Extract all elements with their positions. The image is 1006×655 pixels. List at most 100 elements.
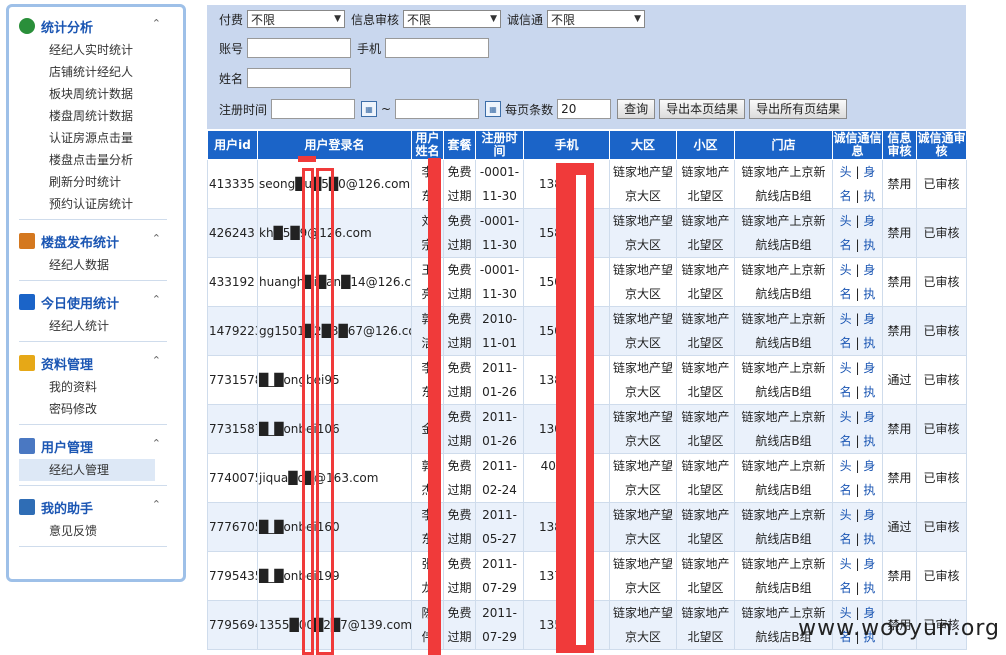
name-label: 姓名	[219, 71, 244, 86]
credit-doc-link[interactable]: 身	[863, 410, 875, 424]
credit-doc-link[interactable]: 头	[840, 361, 852, 375]
sidebar-item[interactable]: 楼盘周统计数据	[19, 105, 175, 127]
credit-doc-link[interactable]: 身	[863, 361, 875, 375]
sidebar-section-header[interactable]: 我的助手 ⌃	[19, 494, 175, 520]
credit-doc-link[interactable]: 执	[863, 483, 875, 497]
credit-doc-link[interactable]: 名	[840, 581, 852, 595]
credit-doc-link[interactable]: 头	[840, 165, 852, 179]
column-header[interactable]: 注册时间	[475, 130, 524, 160]
sidebar-section-title: 资料管理	[41, 357, 94, 373]
sidebar-section-header[interactable]: 统计分析 ⌃	[19, 13, 175, 39]
cell-login: █_█onbei160	[257, 502, 412, 552]
sidebar-section: 今日使用统计 ⌃ 经纪人统计	[19, 289, 175, 342]
column-header[interactable]: 诚信通审核	[916, 130, 967, 160]
query-button[interactable]: 查询	[617, 99, 656, 119]
column-header[interactable]: 手机	[523, 130, 610, 160]
sidebar-item[interactable]: 经纪人统计	[19, 315, 175, 337]
credit-doc-link[interactable]: 身	[863, 312, 875, 326]
collapse-chevron-icon[interactable]: ⌃	[152, 17, 161, 30]
sidebar-item[interactable]: 经纪人实时统计	[19, 39, 175, 61]
divider	[19, 341, 167, 342]
credit-doc-link[interactable]: 名	[840, 483, 852, 497]
sidebar-item[interactable]: 意见反馈	[19, 520, 175, 542]
export-page-button[interactable]: 导出本页结果	[659, 99, 746, 119]
credit-doc-link[interactable]: 执	[863, 336, 875, 350]
column-header[interactable]: 用户登录名	[257, 130, 412, 160]
column-header[interactable]: 大区	[609, 130, 677, 160]
credit-doc-link[interactable]: 名	[840, 434, 852, 448]
credit-doc-link[interactable]: 头	[840, 312, 852, 326]
credit-doc-link[interactable]: 身	[863, 263, 875, 277]
sidebar-item[interactable]: 密码修改	[19, 398, 175, 420]
credit-doc-link[interactable]: 头	[840, 557, 852, 571]
regtime-start-input[interactable]	[271, 99, 356, 119]
name-input[interactable]	[247, 68, 352, 88]
collapse-chevron-icon[interactable]: ⌃	[152, 293, 161, 306]
sidebar-item[interactable]: 刷新分时统计	[19, 171, 175, 193]
info-audit-select[interactable]: 不限 ▼	[403, 10, 502, 28]
credit-doc-link[interactable]: 执	[863, 385, 875, 399]
credit-doc-link[interactable]: 头	[840, 508, 852, 522]
collapse-chevron-icon[interactable]: ⌃	[152, 354, 161, 367]
column-header[interactable]: 诚信通信息	[832, 130, 883, 160]
credit-doc-link[interactable]: 执	[863, 532, 875, 546]
cell-store: 链家地产上京新航线店B组	[734, 159, 833, 209]
credit-doc-link[interactable]: 名	[840, 238, 852, 252]
credit-doc-link[interactable]: 执	[863, 581, 875, 595]
collapse-chevron-icon[interactable]: ⌃	[152, 498, 161, 511]
credit-doc-link[interactable]: 名	[840, 532, 852, 546]
credit-doc-link[interactable]: 身	[863, 214, 875, 228]
phone-input[interactable]	[385, 38, 490, 58]
cell-store: 链家地产上京新航线店B组	[734, 404, 833, 454]
credit-doc-link[interactable]: 名	[840, 336, 852, 350]
account-input[interactable]	[247, 38, 352, 58]
credit-doc-link[interactable]: 头	[840, 459, 852, 473]
credit-doc-link[interactable]: 头	[840, 263, 852, 277]
sidebar-section-header[interactable]: 资料管理 ⌃	[19, 350, 175, 376]
credit-doc-link[interactable]: 执	[863, 238, 875, 252]
sidebar-item[interactable]: 我的资料	[19, 376, 175, 398]
credit-doc-link[interactable]: 执	[863, 434, 875, 448]
sidebar-section-title: 用户管理	[41, 440, 94, 456]
calendar-icon[interactable]: ▦	[485, 101, 502, 117]
credit-doc-link[interactable]: 身	[863, 508, 875, 522]
column-header[interactable]: 门店	[734, 130, 833, 160]
sidebar-item[interactable]: 经纪人管理	[19, 459, 155, 481]
credit-doc-link[interactable]: 身	[863, 459, 875, 473]
credit-doc-link[interactable]: 执	[863, 287, 875, 301]
column-header[interactable]: 信息审核	[882, 130, 917, 160]
credit-doc-link[interactable]: 头	[840, 410, 852, 424]
cell-login: █_█ongbei95	[257, 355, 412, 405]
column-header[interactable]: 用户姓名	[411, 130, 444, 160]
pay-select[interactable]: 不限 ▼	[247, 10, 346, 28]
cell-region: 链家地产望京大区	[609, 306, 677, 356]
credit-doc-link[interactable]: 身	[863, 557, 875, 571]
column-header[interactable]: 套餐	[443, 130, 476, 160]
collapse-chevron-icon[interactable]: ⌃	[152, 437, 161, 450]
credit-doc-link[interactable]: 名	[840, 287, 852, 301]
sidebar-section-header[interactable]: 楼盘发布统计 ⌃	[19, 228, 175, 254]
cell-audit: 禁用	[882, 306, 917, 356]
calendar-icon[interactable]: ▦	[361, 101, 378, 117]
sidebar-item[interactable]: 认证房源点击量	[19, 127, 175, 149]
credit-doc-link[interactable]: 身	[863, 165, 875, 179]
credit-doc-link[interactable]: 头	[840, 214, 852, 228]
credit-select[interactable]: 不限 ▼	[547, 10, 646, 28]
pagesize-input[interactable]: 20	[557, 99, 612, 119]
column-header[interactable]: 用户id	[207, 130, 258, 160]
sidebar-item[interactable]: 楼盘点击量分析	[19, 149, 175, 171]
sidebar-section-header[interactable]: 今日使用统计 ⌃	[19, 289, 175, 315]
export-all-button[interactable]: 导出所有页结果	[749, 99, 848, 119]
column-header[interactable]: 小区	[676, 130, 735, 160]
collapse-chevron-icon[interactable]: ⌃	[152, 232, 161, 245]
sidebar-section-title: 楼盘发布统计	[41, 235, 120, 251]
regtime-end-input[interactable]	[395, 99, 480, 119]
credit-doc-link[interactable]: 名	[840, 189, 852, 203]
sidebar-item[interactable]: 板块周统计数据	[19, 83, 175, 105]
credit-doc-link[interactable]: 执	[863, 189, 875, 203]
credit-doc-link[interactable]: 名	[840, 385, 852, 399]
sidebar-section-header[interactable]: 用户管理 ⌃	[19, 433, 175, 459]
sidebar-item[interactable]: 经纪人数据	[19, 254, 175, 276]
sidebar-item[interactable]: 店铺统计经纪人	[19, 61, 175, 83]
sidebar-item[interactable]: 预约认证房统计	[19, 193, 175, 215]
